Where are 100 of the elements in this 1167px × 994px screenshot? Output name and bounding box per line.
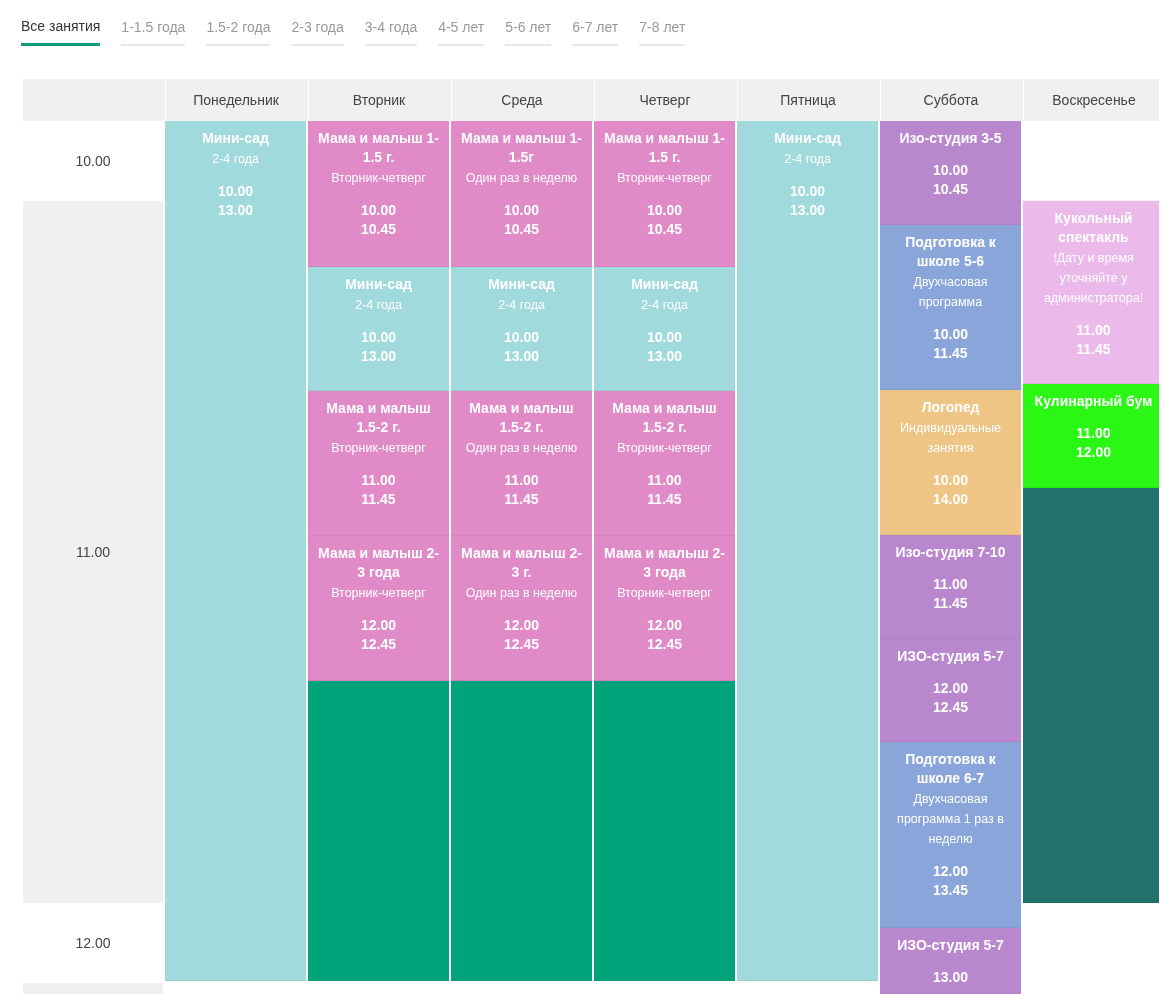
class-title: ИЗО-студия 5-7 bbox=[897, 936, 1004, 955]
class-note: Один раз в неделю bbox=[465, 170, 578, 187]
class-title: ИЗО-студия 5-7 bbox=[897, 647, 1004, 666]
class-time: 11.45 bbox=[933, 594, 968, 613]
class-time: 11.00 bbox=[504, 471, 539, 490]
class-title: Мини-сад bbox=[202, 129, 269, 148]
filter-tab[interactable]: 6-7 лет bbox=[572, 16, 619, 46]
class-note: 2-4 года bbox=[784, 151, 831, 168]
filter-tab[interactable]: 2-3 года bbox=[291, 16, 344, 46]
filter-tab[interactable]: 3-4 года bbox=[364, 16, 418, 46]
class-card[interactable]: Мама и малыш 1-1.5 г. Вторник-четверг 10.00 10.45 bbox=[594, 121, 735, 267]
class-time: 10.00 bbox=[646, 201, 682, 220]
class-card[interactable]: Подготовка к школе 5-6 Двухчасовая программа 10.00 11.45 bbox=[880, 225, 1021, 390]
class-title: Мини-сад bbox=[774, 129, 841, 148]
time-label: 11.00 bbox=[76, 542, 110, 562]
class-note: 2-4 года bbox=[498, 297, 545, 314]
class-time: 13.00 bbox=[789, 201, 825, 220]
class-card[interactable]: Мини-сад 2-4 года 10.00 13.00 bbox=[165, 121, 306, 981]
class-time: 11.45 bbox=[932, 344, 968, 363]
class-time: 13.00 bbox=[932, 968, 968, 987]
class-card[interactable]: Мама и малыш 1-1.5 г. Вторник-четверг 10.00 10.45 bbox=[308, 121, 449, 267]
filter-tab[interactable]: 4-5 лет bbox=[438, 16, 485, 46]
class-time: 10.00 bbox=[360, 328, 396, 347]
class-time: 11.00 bbox=[933, 575, 968, 594]
class-time: 13.45 bbox=[932, 881, 968, 900]
day-header: Воскресенье bbox=[1023, 79, 1164, 121]
filter-tab[interactable]: 5-6 лет bbox=[505, 16, 552, 46]
class-time: 10.00 bbox=[932, 471, 968, 490]
class-note: Двухчасовая программа bbox=[912, 274, 989, 311]
class-card[interactable]: Мама и малыш 1.5-2 г. Вторник-четверг 11.00 11.45 bbox=[594, 391, 735, 536]
class-title: Подготовка к школе 5-6 bbox=[904, 233, 997, 271]
class-time: 12.45 bbox=[932, 698, 968, 717]
class-card[interactable]: ИЗО-студия 5-7 12.00 12.45 bbox=[880, 639, 1021, 742]
class-time: 12.00 bbox=[1075, 443, 1111, 462]
filter-tab[interactable]: 1.5-2 года bbox=[206, 16, 271, 46]
class-time: 14.00 bbox=[932, 490, 968, 509]
class-time: 10.45 bbox=[503, 220, 539, 239]
class-time: 12.00 bbox=[503, 616, 539, 635]
class-time: 11.45 bbox=[647, 490, 682, 509]
class-title: Мама и малыш 1.5-2 г. bbox=[468, 399, 575, 437]
class-card[interactable]: Подготовка к школе 6-7 Двухчасовая программа 1 раз в неделю 12.00 13.45 bbox=[880, 742, 1021, 928]
class-note: Вторник-четверг bbox=[617, 585, 712, 602]
class-time: 12.45 bbox=[503, 635, 539, 654]
class-title: Мини-сад bbox=[345, 275, 412, 294]
class-card[interactable]: ИЗО-студия 5-7 13.00 bbox=[880, 928, 1021, 994]
class-card[interactable]: Мама и малыш 1.5-2 г. Один раз в неделю 11.00 11.45 bbox=[451, 391, 592, 536]
class-title: Мама и малыш 2-3 года bbox=[317, 544, 440, 582]
class-time: 12.45 bbox=[646, 635, 682, 654]
class-card[interactable]: Мини-сад 2-4 года 10.00 13.00 bbox=[737, 121, 878, 981]
class-card[interactable]: Кулинарный бум 11.00 12.00 bbox=[1023, 384, 1159, 488]
class-note: Вторник-четверг bbox=[331, 585, 426, 602]
class-time: 11.00 bbox=[361, 471, 396, 490]
class-time: 10.00 bbox=[932, 161, 968, 180]
class-card[interactable]: Мини-сад 2-4 года 10.00 13.00 bbox=[451, 267, 592, 391]
class-time: 10.45 bbox=[360, 220, 396, 239]
class-time: 11.00 bbox=[1075, 424, 1111, 443]
class-card[interactable]: Мама и малыш 1-1.5г Один раз в неделю 10.00 10.45 bbox=[451, 121, 592, 267]
class-card[interactable]: Мама и малыш 2-3 г. Один раз в неделю 12.00 12.45 bbox=[451, 536, 592, 681]
class-note: 2-4 года bbox=[355, 297, 402, 314]
class-note: Индивидуальные занятия bbox=[899, 420, 1002, 457]
class-title: Мама и малыш 1.5-2 г. bbox=[611, 399, 718, 437]
class-card[interactable]: Мама и малыш 1.5-2 г. Вторник-четверг 11.00 11.45 bbox=[308, 391, 449, 536]
class-time: 10.00 bbox=[932, 325, 968, 344]
class-card[interactable]: Изо-студия 7-10 11.00 11.45 bbox=[880, 535, 1021, 639]
class-time: 10.45 bbox=[932, 180, 968, 199]
class-title: Кукольный спектакль bbox=[1053, 209, 1134, 247]
class-time: 11.00 bbox=[1076, 321, 1111, 340]
class-note: Двухчасовая программа 1 раз в неделю bbox=[896, 791, 1005, 848]
class-title: Мама и малыш 1-1.5 г. bbox=[317, 129, 440, 167]
class-card[interactable]: Мини-сад 2-4 года 10.00 13.00 bbox=[308, 267, 449, 391]
class-card[interactable]: Мама и малыш 2-3 года Вторник-четверг 12.00 12.45 bbox=[308, 536, 449, 681]
class-card[interactable]: Мама и малыш 2-3 года Вторник-четверг 12.00 12.45 bbox=[594, 536, 735, 681]
class-title: Изо-студия 3-5 bbox=[899, 129, 1002, 148]
class-time: 13.00 bbox=[217, 201, 253, 220]
class-note: Вторник-четверг bbox=[617, 170, 712, 187]
filter-tab[interactable]: 7-8 лет bbox=[639, 16, 686, 46]
class-time: 13.00 bbox=[360, 347, 396, 366]
class-title: Мама и малыш 1-1.5г bbox=[460, 129, 583, 167]
class-time: 10.00 bbox=[360, 201, 396, 220]
class-note: Вторник-четверг bbox=[617, 440, 712, 457]
class-title: Логопед bbox=[921, 398, 980, 417]
time-label: 10.00 bbox=[75, 151, 111, 171]
class-card[interactable]: Кукольный спектакль !Дату и время уточняйте у администратора! 11.00 11.45 bbox=[1023, 201, 1159, 384]
class-time: 10.00 bbox=[789, 182, 825, 201]
class-note: 2-4 года bbox=[212, 151, 259, 168]
class-title: Изо-студия 7-10 bbox=[895, 543, 1006, 562]
class-note: Вторник-четверг bbox=[331, 440, 426, 457]
class-card[interactable]: Изо-студия 3-5 10.00 10.45 bbox=[880, 121, 1021, 225]
class-note: !Дату и время уточняйте у администратора! bbox=[1042, 250, 1145, 307]
class-time: 11.00 bbox=[647, 471, 682, 490]
filter-tab[interactable]: 1-1.5 года bbox=[121, 16, 186, 46]
class-title: Подготовка к школе 6-7 bbox=[904, 750, 997, 788]
class-title: Мини-сад bbox=[631, 275, 698, 294]
class-time: 12.45 bbox=[360, 635, 396, 654]
class-title: Мама и малыш 1-1.5 г. bbox=[603, 129, 726, 167]
filter-tab[interactable]: Все занятия bbox=[21, 16, 101, 46]
class-note: Один раз в неделю bbox=[465, 440, 578, 457]
class-card[interactable]: Мини-сад 2-4 года 10.00 13.00 bbox=[594, 267, 735, 391]
class-title: Мини-сад bbox=[488, 275, 555, 294]
class-card[interactable]: Логопед Индивидуальные занятия 10.00 14.00 bbox=[880, 390, 1021, 535]
